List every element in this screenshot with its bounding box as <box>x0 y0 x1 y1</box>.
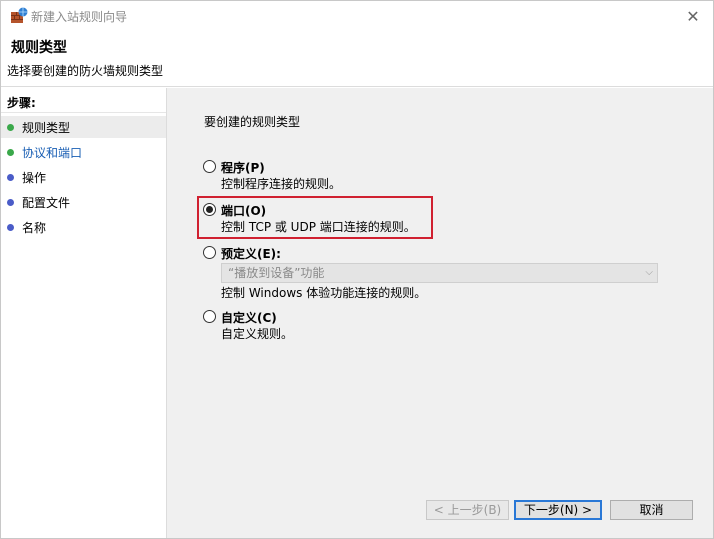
close-button[interactable]: ✕ <box>673 1 713 31</box>
chevron-down-icon: ⌵ <box>645 267 653 278</box>
page-subtitle: 选择要创建的防火墙规则类型 <box>7 64 164 78</box>
title-bar: 新建入站规则向导 ✕ <box>1 1 713 31</box>
main-content: 要创建的规则类型 程序(P) 控制程序连接的规则。 端口(O) 控制 TCP 或… <box>167 88 713 538</box>
steps-panel: 步骤: 规则类型 协议和端口 操作 配置文件 名称 <box>1 88 167 538</box>
cancel-button[interactable]: 取消 <box>610 500 693 520</box>
highlight-box <box>197 196 433 239</box>
step-label: 名称 <box>22 220 47 235</box>
wizard-window: 新建入站规则向导 ✕ 规则类型 选择要创建的防火墙规则类型 步骤: 规则类型 协… <box>0 0 714 539</box>
radio-custom[interactable] <box>203 310 216 323</box>
step-label: 配置文件 <box>22 195 71 210</box>
option-description: 自定义规则。 <box>221 327 294 341</box>
step-status-icon <box>7 223 14 231</box>
step-status-icon <box>7 173 14 181</box>
firewall-icon <box>11 7 28 23</box>
back-button[interactable]: < 上一步(B) <box>426 500 509 520</box>
window-title: 新建入站规则向导 <box>31 10 128 24</box>
step-profile[interactable]: 配置文件 <box>1 191 166 213</box>
step-status-icon <box>7 198 14 206</box>
predefined-select[interactable]: “播放到设备”功能 ⌵ <box>221 263 658 283</box>
step-status-icon <box>7 123 14 131</box>
step-label: 协议和端口 <box>22 145 83 160</box>
steps-divider <box>1 112 166 113</box>
step-action[interactable]: 操作 <box>1 166 166 188</box>
page-title: 规则类型 <box>11 40 67 56</box>
predefined-select-value: “播放到设备”功能 <box>228 266 325 280</box>
page-header: 规则类型 选择要创建的防火墙规则类型 <box>1 31 713 87</box>
step-label: 操作 <box>22 170 47 185</box>
option-label: 预定义(E): <box>221 247 281 261</box>
close-icon: ✕ <box>686 6 700 26</box>
step-name[interactable]: 名称 <box>1 216 166 238</box>
step-protocol-and-ports[interactable]: 协议和端口 <box>1 141 166 163</box>
option-description: 控制 Windows 体验功能连接的规则。 <box>221 286 427 300</box>
option-description: 控制程序连接的规则。 <box>221 177 342 191</box>
radio-predefined[interactable] <box>203 246 216 259</box>
next-button[interactable]: 下一步(N) > <box>514 500 602 520</box>
option-label: 程序(P) <box>221 161 265 175</box>
radio-program[interactable] <box>203 160 216 173</box>
option-label: 自定义(C) <box>221 311 277 325</box>
rule-type-prompt: 要创建的规则类型 <box>204 115 301 129</box>
step-rule-type[interactable]: 规则类型 <box>1 116 166 138</box>
step-status-icon <box>7 148 14 156</box>
step-label: 规则类型 <box>22 120 71 135</box>
steps-heading: 步骤: <box>7 96 36 110</box>
